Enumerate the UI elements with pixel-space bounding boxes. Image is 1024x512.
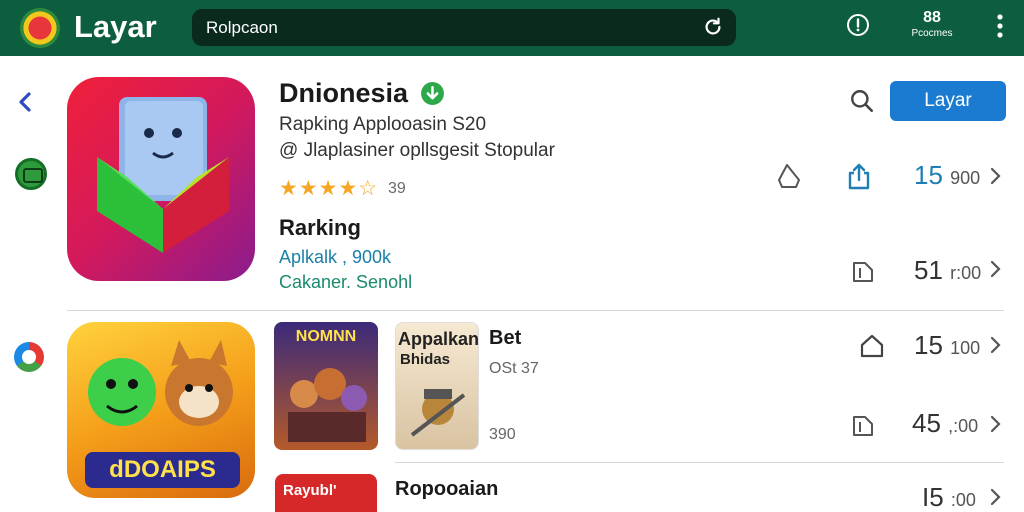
metric-major: 51 [914, 255, 943, 285]
list-item-title: Ropooaian [395, 478, 499, 500]
metric-major: I5 [922, 482, 944, 512]
ranking-detail-1[interactable]: Aplkalk , 900k [279, 247, 391, 268]
list-item-subtitle: OSt 37 [489, 360, 539, 377]
search-icon[interactable] [849, 88, 875, 114]
back-chevron-icon[interactable] [14, 90, 38, 114]
metric-minor: 100 [950, 338, 981, 358]
ranking-detail-2[interactable]: Cakaner. Senohl [279, 272, 412, 293]
search-field[interactable]: Rolpcaon [192, 9, 736, 46]
app-name: Dnionesia [279, 78, 409, 108]
app-icon-artwork [97, 97, 229, 253]
install-button[interactable]: Layar [890, 81, 1006, 121]
game-thumbnail[interactable]: NOMNN [274, 322, 378, 450]
refresh-icon[interactable] [702, 16, 724, 38]
metric-minor: ,:00 [948, 416, 979, 436]
metric-major: 45 [912, 408, 941, 438]
game-tile-label: dDOAIPS [85, 452, 240, 488]
store-logo-icon[interactable] [20, 8, 60, 48]
search-input[interactable]: Rolpcaon [206, 18, 278, 38]
top-app-bar: Layar Rolpcaon 88 Pcocmes [0, 0, 1024, 56]
kebab-menu-icon[interactable] [992, 12, 1008, 40]
game-thumbnail-title: NOMNN [295, 328, 357, 345]
chevron-right-icon[interactable] [988, 259, 1002, 279]
game-thumbnail-artwork [410, 389, 466, 437]
star-rating: ★★★★☆ [279, 177, 379, 200]
list-item-title: Bet [489, 327, 522, 349]
metric-value: 15 100 [914, 330, 980, 361]
game-thumbnail-subtitle: Bhidas [400, 351, 451, 368]
app-tagline: @ Jlaplasiner opllsgesit Stopular [279, 140, 555, 161]
save-icon[interactable] [849, 410, 877, 438]
counter-badge[interactable]: 88 Pcocmes [900, 9, 964, 41]
bookmark-icon[interactable] [858, 332, 886, 360]
app-subtitle: Rapking Applooasin S20 [279, 114, 487, 135]
metric-value: 45 ,:00 [912, 408, 978, 439]
category-icon[interactable] [15, 158, 47, 190]
rating-count: 39 [388, 180, 406, 197]
list-item-count: 390 [489, 426, 516, 443]
chevron-right-icon[interactable] [988, 487, 1002, 507]
chevron-right-icon[interactable] [988, 414, 1002, 434]
game-thumbnail-title: Appalkan [398, 329, 479, 349]
tag-icon[interactable] [775, 162, 803, 190]
game-thumbnail[interactable]: Appalkan Bhidas [395, 322, 479, 450]
verified-badge-icon [421, 82, 444, 105]
counter-label: Pcocmes [911, 28, 953, 39]
metric-major: 15 [914, 330, 943, 360]
metric-value: 51 r:00 [914, 255, 981, 286]
app-title: Layar [74, 9, 157, 44]
divider [395, 462, 1004, 463]
chevron-right-icon[interactable] [988, 166, 1002, 186]
metric-value: I5 :00 [922, 482, 976, 512]
browser-icon[interactable] [14, 342, 44, 372]
metric-minor: :00 [950, 490, 976, 510]
ranking-title: Rarking [279, 215, 361, 240]
metric-minor: 900 [950, 168, 981, 188]
chevron-right-icon[interactable] [988, 335, 1002, 355]
metric-major: 15 [914, 160, 943, 190]
share-icon[interactable] [845, 162, 873, 190]
app-icon[interactable] [67, 77, 255, 281]
game-thumbnail-title: Rayubl' [283, 482, 337, 499]
save-icon[interactable] [849, 256, 877, 284]
alert-icon[interactable] [846, 13, 870, 37]
counter-value: 88 [923, 9, 941, 26]
game-tile[interactable]: dDOAIPS [67, 322, 255, 498]
metric-value: 15 900 [914, 160, 980, 191]
divider [67, 310, 1004, 311]
game-thumbnail[interactable]: Rayubl' [275, 474, 377, 512]
metric-minor: r:00 [950, 263, 982, 283]
